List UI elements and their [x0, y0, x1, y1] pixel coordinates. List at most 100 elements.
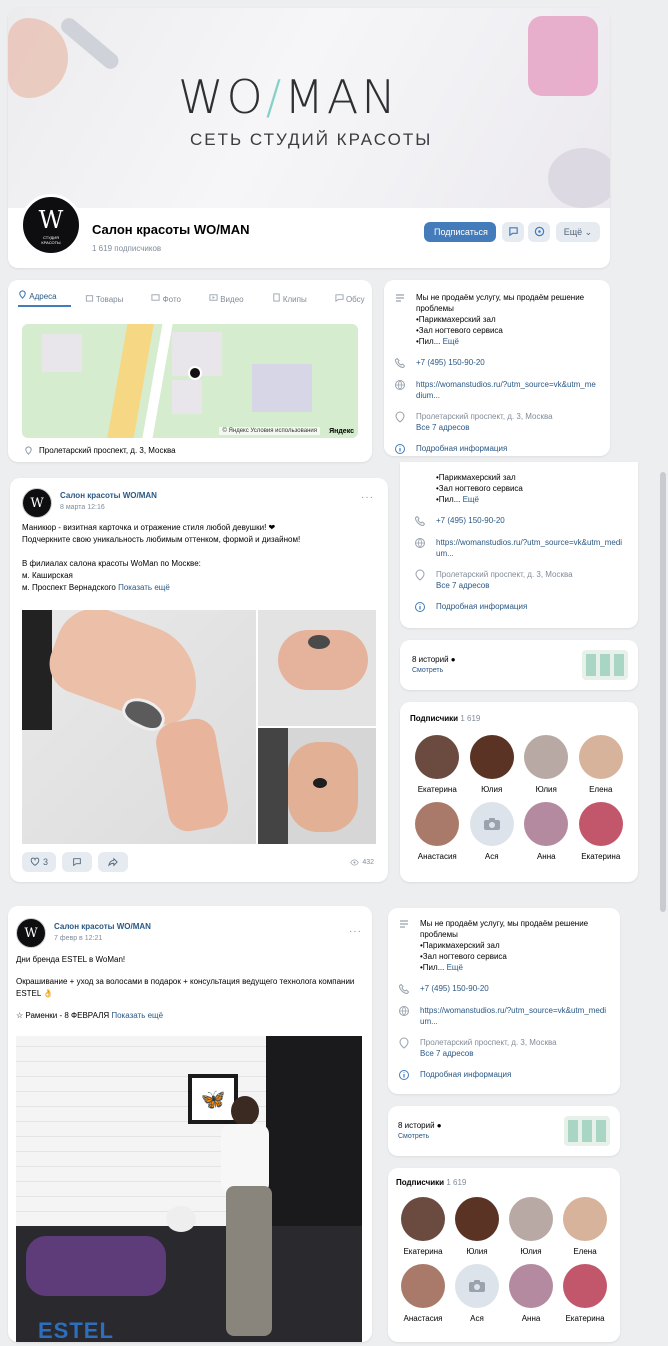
tab-videos[interactable]: Видео — [209, 293, 258, 304]
subscriber-avatar — [401, 1197, 445, 1241]
subscriber-item[interactable]: Екатерина — [574, 802, 629, 861]
scrollbar[interactable] — [660, 472, 666, 912]
post-author-avatar[interactable]: W — [22, 488, 52, 518]
post-author-avatar[interactable]: W — [16, 918, 46, 948]
phone-row[interactable]: +7 (495) 150-90-20 — [414, 515, 624, 527]
stories-card[interactable]: 8 историй ● Смотреть — [388, 1106, 620, 1156]
post-author[interactable]: Салон красоты WO/MAN — [60, 491, 157, 500]
decor-ball — [548, 148, 610, 208]
globe-icon — [399, 1006, 409, 1016]
info-icon — [415, 602, 425, 612]
notify-button[interactable] — [528, 222, 550, 242]
map[interactable]: © Яндекс Условия использования Яндекс — [22, 324, 358, 438]
info-card: Мы не продаём услугу, мы продаём решение… — [384, 280, 610, 456]
map-attribution[interactable]: © Яндекс Условия использования — [219, 427, 320, 435]
tab-bar: Адреса Товары Фото Видео Клипы Обсу — [18, 290, 372, 307]
address-row[interactable]: Пролетарский проспект, д. 3, Москва Все 7… — [414, 569, 624, 591]
subscriber-avatar — [563, 1264, 607, 1308]
yandex-logo: Яндекс — [329, 428, 354, 435]
post-menu-button[interactable]: ··· — [361, 492, 374, 503]
subscriber-item[interactable]: Юлия — [504, 1197, 558, 1256]
subscriber-item[interactable]: Юлия — [465, 735, 520, 794]
pin-icon — [399, 1037, 409, 1049]
message-icon — [508, 227, 518, 237]
subscriber-name: Анастасия — [403, 1314, 443, 1323]
subscriber-item[interactable]: Анастасия — [410, 802, 465, 861]
stories-preview[interactable] — [564, 1116, 610, 1146]
post-photo[interactable]: 🦋 ESTEL — [16, 1036, 362, 1342]
tab-clips[interactable]: Клипы — [272, 293, 321, 304]
post-text: Дни бренда ESTEL в WoMan! Окрашивание + … — [16, 955, 355, 1020]
globe-icon — [395, 380, 405, 390]
subscriber-name: Юлия — [481, 785, 503, 794]
subscriber-item[interactable]: Юлия — [450, 1197, 504, 1256]
map-address[interactable]: Пролетарский проспект, д. 3, Москва — [24, 446, 176, 455]
subscriber-item[interactable]: Анна — [519, 802, 574, 861]
subscriber-item[interactable]: Ася — [450, 1264, 504, 1323]
stories-card[interactable]: 8 историй ● Смотреть — [400, 640, 638, 690]
subscribe-button[interactable]: Подписаться — [424, 222, 496, 242]
share-button[interactable] — [98, 852, 128, 872]
details-row[interactable]: Подробная информация — [394, 443, 600, 455]
subscriber-name: Екатерина — [581, 852, 621, 861]
bag-icon — [85, 295, 93, 302]
subscriber-name: Юлия — [466, 1247, 488, 1256]
details-row[interactable]: Подробная информация — [414, 601, 624, 613]
subscriber-item[interactable]: Елена — [558, 1197, 612, 1256]
tab-addresses[interactable]: Адреса — [18, 290, 71, 307]
more-button[interactable]: Ещё ⌄ — [556, 222, 600, 242]
subscriber-avatar — [578, 802, 623, 846]
subscriber-item[interactable]: Екатерина — [410, 735, 465, 794]
subscriber-item[interactable]: Анна — [504, 1264, 558, 1323]
decor-polish — [528, 16, 598, 96]
post-photo-main[interactable] — [22, 610, 256, 844]
subscriber-avatar — [524, 802, 569, 846]
comment-button[interactable] — [62, 852, 92, 872]
info-card: Мы не продаём услугу, мы продаём решение… — [388, 908, 620, 1094]
subscriber-avatar — [524, 735, 569, 779]
subscriber-item[interactable]: Юлия — [519, 735, 574, 794]
pin-icon — [415, 569, 425, 581]
camera-icon — [469, 802, 514, 846]
subscriber-name: Екатерина — [565, 1314, 605, 1323]
heart-icon — [30, 857, 40, 866]
message-button[interactable] — [502, 222, 524, 242]
subscriber-item[interactable]: Елена — [574, 735, 629, 794]
subscriber-avatar — [415, 735, 460, 779]
address-row[interactable]: Пролетарский проспект, д. 3, Москва Все 7… — [398, 1037, 610, 1059]
subscriber-item[interactable]: Екатерина — [558, 1264, 612, 1323]
stories-watch-link[interactable]: Смотреть — [412, 667, 443, 674]
group-avatar[interactable]: W СТУДИЯ КРАСОТЫ — [20, 194, 82, 256]
map-marker[interactable] — [188, 366, 202, 380]
subscriber-item[interactable]: Анастасия — [396, 1264, 450, 1323]
website-row[interactable]: https://womanstudios.ru/?utm_source=vk&u… — [398, 1005, 610, 1027]
brand-logo: WO/MAN — [178, 70, 399, 124]
details-row[interactable]: Подробная информация — [398, 1069, 610, 1081]
phone-row[interactable]: +7 (495) 150-90-20 — [394, 357, 600, 369]
subscribers-header[interactable]: Подписчики 1 619 — [396, 1178, 612, 1187]
post-photo-bottom[interactable] — [258, 728, 376, 844]
post-author[interactable]: Салон красоты WO/MAN — [54, 922, 151, 931]
phone-row[interactable]: +7 (495) 150-90-20 — [398, 983, 610, 995]
subscriber-avatar — [469, 735, 514, 779]
post-menu-button[interactable]: ··· — [349, 926, 362, 937]
website-row[interactable]: https://womanstudios.ru/?utm_source=vk&u… — [414, 537, 624, 559]
post-photo-top[interactable] — [258, 610, 376, 726]
tab-discussions[interactable]: Обсу — [335, 293, 372, 304]
estel-logo: ESTEL — [38, 1318, 114, 1342]
subscriber-item[interactable]: Ася — [465, 802, 520, 861]
post-date[interactable]: 7 февр в 12:21 — [54, 935, 102, 942]
post-date[interactable]: 8 марта 12:16 — [60, 504, 105, 511]
subscribers-header[interactable]: Подписчики 1 619 — [410, 714, 628, 723]
tab-goods[interactable]: Товары — [85, 293, 138, 304]
like-button[interactable]: 3 — [22, 852, 56, 872]
text-lines-icon — [400, 920, 408, 928]
subscriber-item[interactable]: Екатерина — [396, 1197, 450, 1256]
stories-watch-link[interactable]: Смотреть — [398, 1133, 429, 1140]
stories-preview[interactable] — [582, 650, 628, 680]
post-views: 432 — [350, 858, 374, 867]
website-row[interactable]: https://womanstudios.ru/?utm_source=vk&u… — [394, 379, 600, 401]
tab-photos[interactable]: Фото — [151, 293, 195, 304]
address-row[interactable]: Пролетарский проспект, д. 3, Москва Все 7… — [394, 411, 600, 433]
subscriber-count[interactable]: 1 619 подписчиков — [92, 244, 161, 253]
